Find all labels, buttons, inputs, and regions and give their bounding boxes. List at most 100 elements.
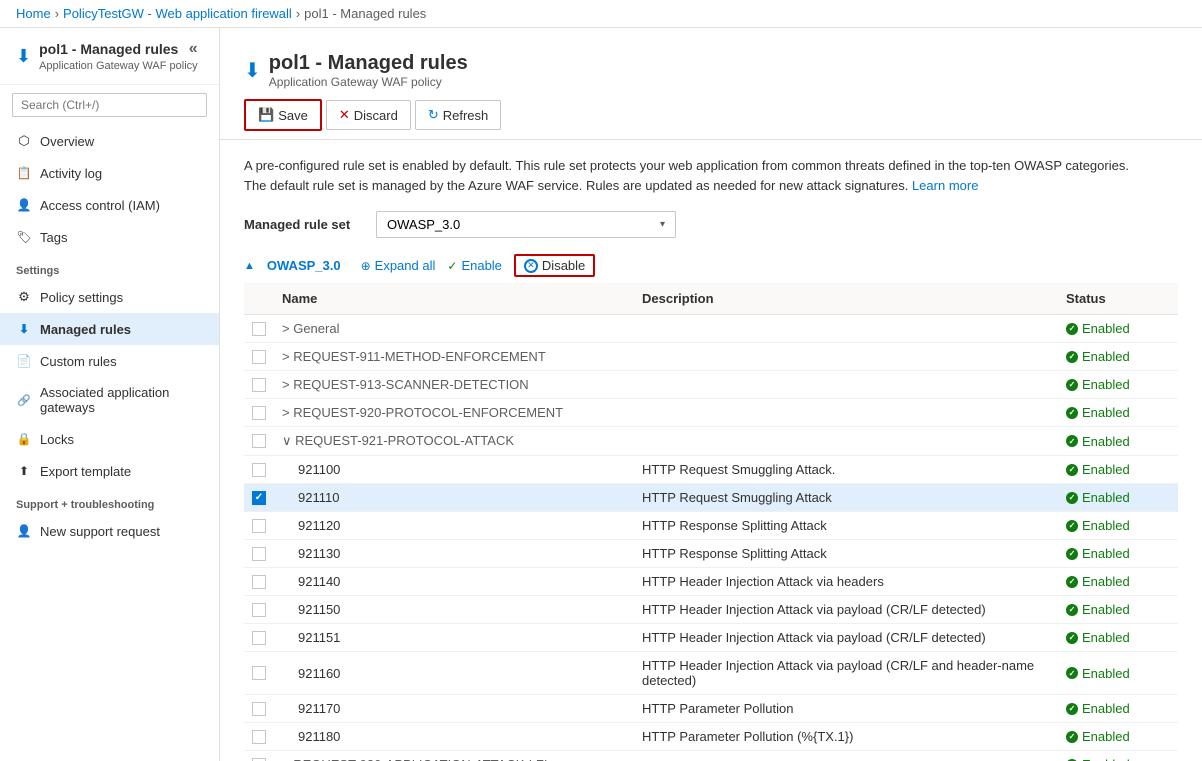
checkbox-921120[interactable] bbox=[252, 519, 266, 533]
search-input[interactable] bbox=[12, 93, 207, 117]
expand-all-label: Expand all bbox=[375, 258, 436, 273]
table-row[interactable]: > REQUEST-913-SCANNER-DETECTION ✓Enabled bbox=[244, 371, 1178, 399]
sidebar-item-overview[interactable]: ⬡ Overview bbox=[0, 125, 219, 157]
table-row[interactable]: 921151HTTP Header Injection Attack via p… bbox=[244, 624, 1178, 652]
rule-name-general-group[interactable]: > General bbox=[274, 315, 634, 343]
table-row[interactable]: > REQUEST-930-APPLICATION-ATTACK-LFI✓Ena… bbox=[244, 751, 1178, 761]
rule-set-row: Managed rule set OWASP_3.0 ▾ bbox=[244, 211, 1178, 238]
chevron-up-icon: ▲ bbox=[244, 260, 255, 272]
rule-set-select[interactable]: OWASP_3.0 ▾ bbox=[376, 211, 676, 238]
refresh-button[interactable]: ↻ Refresh bbox=[415, 100, 501, 130]
rule-name-921180: 921180 bbox=[274, 723, 634, 751]
table-row[interactable]: 921180HTTP Parameter Pollution (%{TX.1})… bbox=[244, 723, 1178, 751]
checkbox-group-req-911[interactable] bbox=[252, 350, 266, 364]
checkbox-921180[interactable] bbox=[252, 730, 266, 744]
content-body: A pre-configured rule set is enabled by … bbox=[220, 140, 1202, 761]
sidebar-item-managed-rules[interactable]: ⬇ Managed rules bbox=[0, 313, 219, 345]
rule-status-req-913: ✓Enabled bbox=[1058, 371, 1178, 399]
rule-name-req-920[interactable]: > REQUEST-920-PROTOCOL-ENFORCEMENT bbox=[274, 399, 634, 427]
enable-btn[interactable]: ✓ Enable bbox=[447, 258, 502, 273]
disable-btn[interactable]: ✕ Disable bbox=[514, 254, 595, 277]
checkbox-group-general-group[interactable] bbox=[252, 322, 266, 336]
rule-status-921170: ✓Enabled bbox=[1058, 695, 1178, 723]
sidebar-item-locks-label: Locks bbox=[40, 432, 74, 447]
sidebar-item-new-support[interactable]: 👤 New support request bbox=[0, 515, 219, 547]
rule-status-general-group: ✓Enabled bbox=[1058, 315, 1178, 343]
rule-name-req-930[interactable]: > REQUEST-930-APPLICATION-ATTACK-LFI bbox=[274, 751, 634, 761]
rule-name-req-911[interactable]: > REQUEST-911-METHOD-ENFORCEMENT bbox=[274, 343, 634, 371]
table-row[interactable]: > REQUEST-911-METHOD-ENFORCEMENT✓Enabled bbox=[244, 343, 1178, 371]
table-row[interactable]: 921120HTTP Response Splitting Attack✓Ena… bbox=[244, 512, 1178, 540]
rule-desc-921140: HTTP Header Injection Attack via headers bbox=[634, 568, 1058, 596]
col-status-header: Status bbox=[1058, 283, 1178, 315]
save-button[interactable]: 💾 Save bbox=[244, 99, 322, 131]
sidebar-item-access-control[interactable]: 👤 Access control (IAM) bbox=[0, 189, 219, 221]
checkbox-group-req-921-header[interactable] bbox=[252, 434, 266, 448]
rule-status-921110: ✓Enabled bbox=[1058, 484, 1178, 512]
rule-status-921120: ✓Enabled bbox=[1058, 512, 1178, 540]
rule-set-label: Managed rule set bbox=[244, 217, 364, 232]
discard-icon: ✕ bbox=[339, 107, 350, 123]
table-row[interactable]: > General ✓Enabled bbox=[244, 315, 1178, 343]
sidebar-subtitle: Application Gateway WAF policy bbox=[39, 60, 198, 72]
breadcrumb-home[interactable]: Home bbox=[16, 6, 51, 21]
support-section-title: Support + troubleshooting bbox=[0, 487, 219, 515]
sidebar-item-activity-log[interactable]: 📋 Activity log bbox=[0, 157, 219, 189]
rule-name-req-921-header[interactable]: ∨ REQUEST-921-PROTOCOL-ATTACK bbox=[274, 427, 634, 456]
table-row[interactable]: 921130HTTP Response Splitting Attack✓Ena… bbox=[244, 540, 1178, 568]
expand-all-btn[interactable]: ⊕ Expand all bbox=[361, 258, 436, 273]
rule-checkbox-cell bbox=[244, 371, 274, 399]
content-header: ⬇ pol1 - Managed rules Application Gatew… bbox=[220, 28, 1202, 91]
learn-more-link[interactable]: Learn more bbox=[912, 178, 978, 193]
rule-set-value: OWASP_3.0 bbox=[387, 217, 460, 232]
sidebar: ⬇ pol1 - Managed rules « Application Gat… bbox=[0, 28, 220, 761]
checkbox-group-req-913[interactable] bbox=[252, 378, 266, 392]
rule-checkbox-cell bbox=[244, 751, 274, 761]
checkbox-921100[interactable] bbox=[252, 463, 266, 477]
refresh-icon: ↻ bbox=[428, 107, 439, 123]
rule-desc-general-group bbox=[634, 315, 1058, 343]
table-row[interactable]: > REQUEST-920-PROTOCOL-ENFORCEMENT✓Enabl… bbox=[244, 399, 1178, 427]
table-row[interactable]: ∨ REQUEST-921-PROTOCOL-ATTACK✓Enabled bbox=[244, 427, 1178, 456]
activity-log-icon: 📋 bbox=[16, 165, 32, 181]
table-row[interactable]: 921160HTTP Header Injection Attack via p… bbox=[244, 652, 1178, 695]
rule-desc-921151: HTTP Header Injection Attack via payload… bbox=[634, 624, 1058, 652]
sidebar-item-export-template[interactable]: ⬆ Export template bbox=[0, 455, 219, 487]
checkbox-921110[interactable] bbox=[252, 491, 266, 505]
table-row[interactable]: 921170HTTP Parameter Pollution✓Enabled bbox=[244, 695, 1178, 723]
rule-desc-921150: HTTP Header Injection Attack via payload… bbox=[634, 596, 1058, 624]
sidebar-item-access-control-label: Access control (IAM) bbox=[40, 198, 160, 213]
checkbox-921170[interactable] bbox=[252, 702, 266, 716]
sidebar-item-export-template-label: Export template bbox=[40, 464, 131, 479]
sidebar-item-locks[interactable]: 🔒 Locks bbox=[0, 423, 219, 455]
table-row[interactable]: 921100HTTP Request Smuggling Attack.✓Ena… bbox=[244, 456, 1178, 484]
table-row[interactable]: 921140HTTP Header Injection Attack via h… bbox=[244, 568, 1178, 596]
sidebar-item-associated-gateways[interactable]: 🔗 Associated application gateways bbox=[0, 377, 219, 423]
settings-section-title: Settings bbox=[0, 253, 219, 281]
breadcrumb-waf[interactable]: PolicyTestGW - Web application firewall bbox=[63, 6, 292, 21]
rule-name-921150: 921150 bbox=[274, 596, 634, 624]
rule-checkbox-cell bbox=[244, 624, 274, 652]
sidebar-title: pol1 - Managed rules « bbox=[39, 40, 198, 58]
checkbox-921140[interactable] bbox=[252, 575, 266, 589]
page-subtitle: Application Gateway WAF policy bbox=[269, 75, 468, 89]
table-row[interactable]: 921110HTTP Request Smuggling Attack✓Enab… bbox=[244, 484, 1178, 512]
checkbox-921150[interactable] bbox=[252, 603, 266, 617]
checkbox-921160[interactable] bbox=[252, 666, 266, 680]
rule-name-req-913[interactable]: > REQUEST-913-SCANNER-DETECTION bbox=[274, 371, 634, 399]
rule-desc-req-920 bbox=[634, 399, 1058, 427]
sidebar-item-custom-rules[interactable]: 📄 Custom rules bbox=[0, 345, 219, 377]
checkbox-921130[interactable] bbox=[252, 547, 266, 561]
table-row[interactable]: 921150HTTP Header Injection Attack via p… bbox=[244, 596, 1178, 624]
sidebar-item-policy-settings[interactable]: ⚙ Policy settings bbox=[0, 281, 219, 313]
sidebar-item-tags-label: Tags bbox=[40, 230, 67, 245]
sidebar-collapse-btn[interactable]: « bbox=[189, 40, 198, 58]
rule-desc-req-911 bbox=[634, 343, 1058, 371]
checkbox-921151[interactable] bbox=[252, 631, 266, 645]
custom-rules-icon: 📄 bbox=[16, 353, 32, 369]
rule-checkbox-cell bbox=[244, 427, 274, 456]
checkbox-group-req-920[interactable] bbox=[252, 406, 266, 420]
discard-button[interactable]: ✕ Discard bbox=[326, 100, 411, 130]
checkbox-group-req-930[interactable] bbox=[252, 758, 266, 761]
sidebar-item-tags[interactable]: 🏷 Tags bbox=[0, 221, 219, 253]
